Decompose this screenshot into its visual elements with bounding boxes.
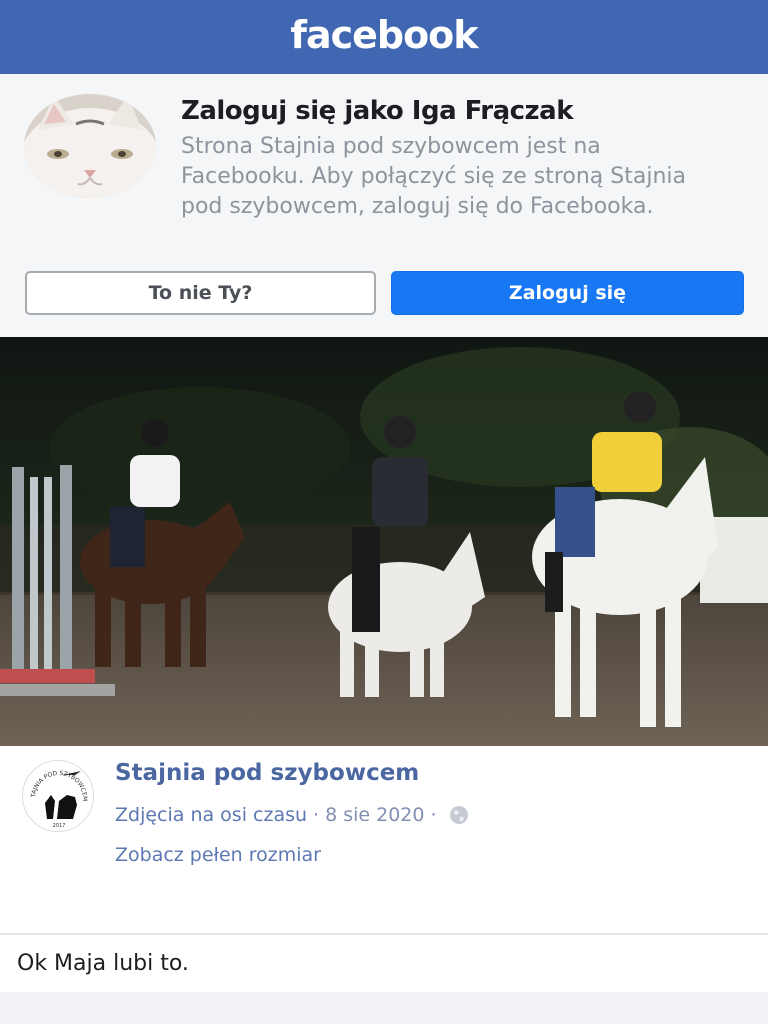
full-size-link[interactable]: Zobacz pełen rozmiar (115, 844, 321, 866)
user-avatar (24, 94, 156, 198)
post-info: STAJNIA POD SZYBOWCEM 2017 Stajnia pod s… (0, 746, 768, 934)
globe-icon (449, 805, 469, 825)
page-logo-year: 2017 (53, 823, 66, 829)
cat-avatar-image (24, 94, 156, 198)
login-description: Strona Stajnia pod szybowcem jest na Fac… (181, 134, 686, 219)
not-you-button[interactable]: To nie Ty? (25, 271, 376, 315)
page-logo[interactable]: STAJNIA POD SZYBOWCEM 2017 (22, 760, 94, 832)
top-bar: facebook (0, 0, 768, 74)
facebook-logo[interactable]: facebook (290, 13, 478, 57)
likes-text[interactable]: Ok Maja lubi to. (17, 951, 189, 976)
meta-separator: · (313, 804, 320, 826)
page-logo-image: STAJNIA POD SZYBOWCEM 2017 (23, 761, 93, 831)
login-button[interactable]: Zaloguj się (391, 271, 744, 315)
meta-separator-2: · (430, 804, 437, 826)
post-date[interactable]: 8 sie 2020 (325, 804, 424, 826)
post-meta: Zdjęcia na osi czasu · 8 sie 2020 · (115, 804, 469, 826)
bottom-strip (0, 992, 768, 1024)
album-link[interactable]: Zdjęcia na osi czasu (115, 804, 307, 826)
divider (0, 933, 768, 935)
post-photo[interactable] (0, 337, 768, 746)
page-name-link[interactable]: Stajnia pod szybowcem (115, 760, 419, 786)
login-prompt-card: Zaloguj się jako Iga Frączak Strona Staj… (0, 74, 768, 337)
login-title: Zaloguj się jako Iga Frączak (181, 96, 574, 126)
